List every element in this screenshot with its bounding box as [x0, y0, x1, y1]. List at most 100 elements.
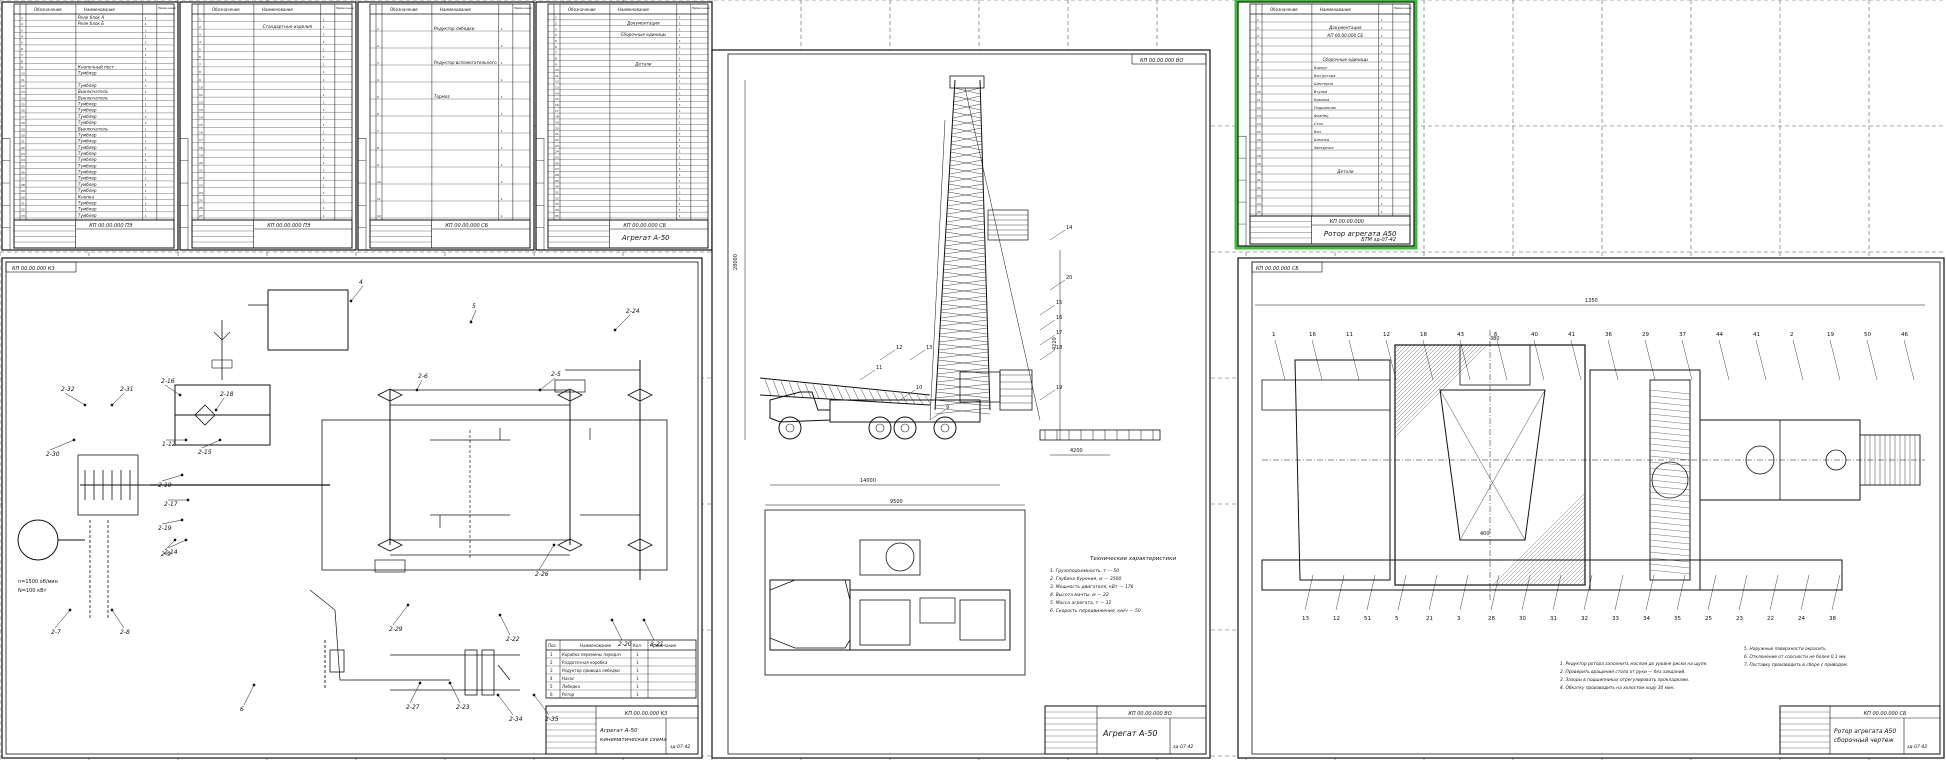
spec-pos-num: 22: [199, 176, 203, 180]
spec-pos-num: 32: [21, 208, 25, 212]
spec-pos-num: 19: [555, 121, 559, 125]
spec-pos-num: 29: [555, 179, 559, 183]
spec-qty: 1: [145, 177, 147, 181]
drawing-canvas[interactable]: Обозначение Наименование Приме-чание Реле б…: [0, 0, 1946, 761]
rotor-callout-bottom: 22: [1767, 616, 1774, 622]
spec-pos-num: 6: [21, 47, 23, 51]
kin-title-1: Агрегат А-50: [599, 728, 638, 734]
spec-frame: [179, 1, 357, 251]
rotor-note-left: 1. Редуктор ротора заполнить маслом до у…: [1560, 661, 1708, 667]
rotor-callout-bottom: 25: [1705, 616, 1712, 622]
rotor-dim-text: 400: [1480, 531, 1490, 537]
spec-qty: 1: [145, 133, 147, 137]
rotor-assembly-sheet: КП 00.00.000 СБ13503804001 16 11 12 18 43 6 40 4…: [1237, 257, 1945, 759]
spec-pos-num: 22: [555, 138, 559, 142]
leader-dot: [186, 498, 190, 502]
spec-pos-num: 4: [377, 78, 379, 82]
rotor-callout-bottom: 33: [1612, 616, 1619, 622]
spec-pos-num: 12: [21, 84, 25, 88]
spec-qty: 1: [679, 132, 681, 136]
spec-pos-num: 23: [1257, 194, 1261, 198]
leader-dot: [349, 299, 353, 303]
kin-label: 2-23: [456, 704, 470, 711]
spec-qty: 1: [323, 55, 325, 59]
legend-name: Редуктор привода лебедки: [562, 668, 620, 673]
spec-qty: 1: [145, 201, 147, 205]
spec-qty: 1: [145, 16, 147, 20]
spec-qty: 1: [679, 208, 681, 212]
spec-pos-num: 7: [555, 51, 557, 55]
legend-name: Коробка перемены передач: [562, 652, 622, 657]
kin-label: 2-9: [161, 551, 171, 558]
spec-item-name: Детали: [1336, 169, 1354, 174]
spec-qty: 1: [145, 84, 147, 88]
rotor-group: зд-07-42: [1907, 744, 1927, 750]
kin-label: 2-29: [389, 626, 403, 633]
leader-dot: [184, 438, 188, 442]
spec-qty: 1: [679, 115, 681, 119]
rotor-subtitle: сборочный чертеж: [1834, 737, 1894, 744]
spec-pos-num: 28: [21, 183, 25, 187]
spec-item-name: Тумблер: [78, 188, 97, 193]
spec-pos-num: 16: [1257, 138, 1261, 142]
spec-qty: 1: [323, 138, 325, 142]
leader-dot: [496, 693, 500, 697]
rotor-spec-item: Вал: [1314, 130, 1322, 134]
spec-qty: 1: [145, 90, 147, 94]
leader-dot: [252, 683, 256, 687]
spec-item-name: Тумблер: [78, 114, 97, 119]
rotor-callout-top: 40: [1531, 332, 1538, 338]
spec-pos-num: 11: [199, 93, 203, 97]
rotor-callout-bottom: 35: [1674, 616, 1681, 622]
leader-dot: [180, 473, 184, 477]
leader-dot: [552, 543, 556, 547]
spec-item-name: Реле блок Б: [78, 21, 104, 26]
spec-pos-num: 24: [199, 191, 203, 195]
spec-pos-num: 26: [199, 206, 203, 210]
spec-pos-num: 11: [555, 74, 559, 78]
leader-dot: [218, 438, 222, 442]
spec-qty: 1: [1381, 90, 1383, 94]
rotor-spec-item: Корпус: [1314, 66, 1328, 70]
asm-callout: 10: [916, 385, 922, 391]
spec-qty: 1: [145, 146, 147, 150]
spec-qty: 1: [679, 74, 681, 78]
spec-pos-num: 13: [555, 86, 559, 90]
rotor-stamp-code: КП 00.00.000 СБ: [1864, 711, 1907, 717]
rotor-note-left: 4. Обкатку производить на холостом ходу …: [1560, 685, 1675, 691]
leader-dot: [178, 393, 182, 397]
asm-callout: 11: [876, 365, 882, 371]
leader-dot: [448, 681, 452, 685]
spec-item-name: Тумблер: [78, 145, 97, 150]
kin-label: 2-34: [509, 716, 523, 723]
rotor-callout-top: 44: [1716, 332, 1723, 338]
kin-label: 2-10: [158, 482, 172, 489]
spec-pos-num: 17: [199, 138, 203, 142]
spec-pos-num: 23: [555, 144, 559, 148]
rotor-callout-top: 6: [1494, 332, 1498, 338]
spec-qty: 1: [501, 180, 503, 184]
spec-item-name: Редуктор вспомогательного: [434, 60, 497, 65]
asm-callout: 16: [1056, 315, 1062, 321]
spec-pos-num: 3: [1257, 34, 1259, 38]
spec-pos-num: 25: [199, 199, 203, 203]
spec-pos-num: 9: [555, 62, 557, 66]
rotor-callout-top: 2: [1790, 332, 1794, 338]
spec-header-name: Наименование: [618, 7, 650, 12]
rotor-callout-top: 19: [1827, 332, 1834, 338]
spec-item-name: Тумблер: [78, 102, 97, 107]
spec-pos-num: 21: [1257, 178, 1261, 182]
spec-pos-num: 3: [555, 27, 557, 31]
spec-pos-num: 16: [21, 109, 25, 113]
spec-pos-num: 18: [1257, 154, 1261, 158]
spec-pos-num: 6: [199, 55, 201, 59]
asm-callout: 13: [926, 345, 932, 351]
spec-qty: 1: [501, 95, 503, 99]
spec-qty: 1: [145, 127, 147, 131]
spec-qty: 1: [501, 61, 503, 65]
kin-label: 2-5: [551, 371, 561, 378]
rotor-spec-sheet[interactable]: Обозначение Наименование Приме-чание1 1Доку…: [1234, 0, 1418, 250]
spec-qty: 1: [145, 28, 147, 32]
spec-qty: 1: [1381, 178, 1383, 182]
spec-qty: 1: [145, 78, 147, 82]
